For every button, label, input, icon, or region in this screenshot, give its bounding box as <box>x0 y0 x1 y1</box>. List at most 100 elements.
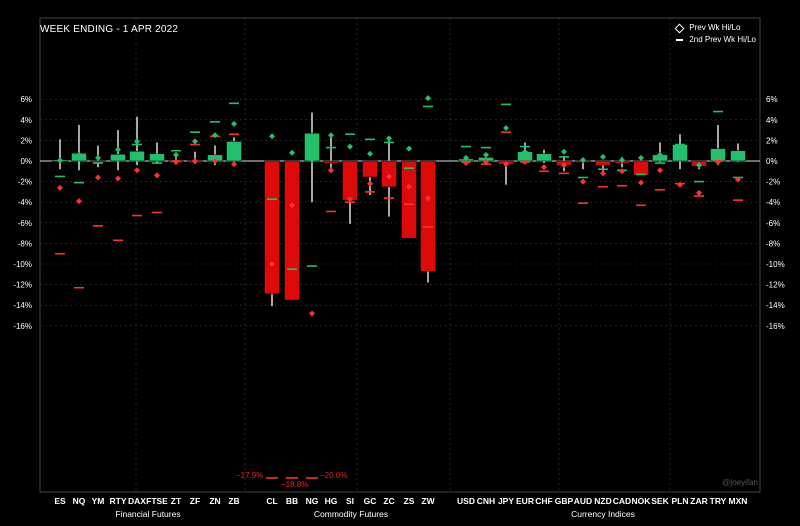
prev-wk-high-jpy <box>503 125 509 132</box>
bar-bb <box>284 160 300 301</box>
x-tick-label-gbp: GBP <box>555 496 574 506</box>
prev-wk-low-nok <box>638 179 644 186</box>
y-tick-label-left: 4% <box>20 116 32 125</box>
dash-icon <box>674 39 684 41</box>
y-tick-label-left: -10% <box>13 260 32 269</box>
bar-zb <box>226 141 242 162</box>
y-tick-label-right: 2% <box>766 136 778 145</box>
legend-prev: Prev Wk Hi/Lo <box>674 22 756 34</box>
x-tick-label-dax: DAX <box>128 496 146 506</box>
prev-wk-low-ng <box>309 310 315 317</box>
prev-wk-low-zf <box>192 158 198 164</box>
x-tick-label-zf: ZF <box>190 496 200 506</box>
x-tick-label-zs: ZS <box>404 496 415 506</box>
y-tick-label-left: 2% <box>20 136 32 145</box>
prev-wk-low-ftse <box>154 172 160 179</box>
prev-wk-high-si <box>347 143 353 150</box>
bar-nzd <box>595 160 611 166</box>
prev-wk-high-gc <box>367 150 373 157</box>
x-tick-label-nq: NQ <box>73 496 86 506</box>
x-tick-label-pln: PLN <box>672 496 689 506</box>
prev-wk-high-cnh <box>483 151 489 158</box>
x-tick-label-chf: CHF <box>535 496 552 506</box>
prev-wk-low-hg <box>328 167 334 174</box>
group-label: Currency Indices <box>571 509 635 519</box>
prev-wk-low-rty <box>115 175 121 182</box>
y-tick-label-left: 0% <box>20 157 32 166</box>
x-tick-label-cad: CAD <box>613 496 631 506</box>
y-tick-label-left: 6% <box>20 95 32 104</box>
bar-si <box>342 160 358 201</box>
y-tick-label-right: 6% <box>766 95 778 104</box>
x-tick-label-zb: ZB <box>228 496 239 506</box>
x-tick-label-cnh: CNH <box>477 496 495 506</box>
y-tick-label-right: -4% <box>766 198 780 207</box>
bar-hg <box>323 160 339 164</box>
bar-ng <box>304 132 320 162</box>
y-tick-label-left: -4% <box>18 198 32 207</box>
bar-zs <box>401 160 417 239</box>
prev-wk-high-bb <box>289 149 295 156</box>
x-tick-label-rty: RTY <box>110 496 127 506</box>
prev-wk-high-cl <box>269 133 275 140</box>
prev-wk-high-dax <box>134 138 140 145</box>
y-tick-label-right: -8% <box>766 239 780 248</box>
y-tick-label-left: -6% <box>18 219 32 228</box>
x-tick-label-ftse: FTSE <box>146 496 168 506</box>
y-tick-label-right: -12% <box>766 281 785 290</box>
prev-wk-high-zn <box>212 132 218 139</box>
diamond-icon <box>674 23 685 33</box>
prev-wk-high-ym <box>95 154 101 161</box>
grid <box>39 17 761 493</box>
prev-wk-low-zt <box>173 159 179 166</box>
bar-zw <box>420 160 436 272</box>
prev-wk-low-sek <box>657 167 663 174</box>
chart: 6% 6% 4% 4% 2% 2% 0% 0% -2% -2% -4% -4% -6% -6% -8% -8%… <box>13 17 785 519</box>
x-tick-label-gc: GC <box>364 496 377 506</box>
legend: Prev Wk Hi/Lo 2nd Prev Wk Hi/Lo <box>674 22 756 46</box>
x-tick-label-usd: USD <box>457 496 475 506</box>
y-tick-label-right: -14% <box>766 301 785 310</box>
prev-wk-high-hg <box>328 132 334 139</box>
group-label: Financial Futures <box>115 509 180 519</box>
bar-dax <box>129 150 145 162</box>
plot-frame <box>39 17 761 493</box>
x-tick-label-es: ES <box>54 496 66 506</box>
prev-wk-low-zar <box>696 189 702 196</box>
prev-wk-low-cad <box>619 168 625 175</box>
x-tick-label-ng: NG <box>306 496 319 506</box>
x-tick-label-mxn: MXN <box>729 496 748 506</box>
x-tick-label-zar: ZAR <box>690 496 707 506</box>
y-tick-label-right: -2% <box>766 178 780 187</box>
x-tick-label-sek: SEK <box>651 496 669 506</box>
x-tick-label-zc: ZC <box>383 496 394 506</box>
prev-wk-low-nq <box>76 198 82 205</box>
y-tick-label-left: -16% <box>13 322 32 331</box>
x-tick-label-cl: CL <box>266 496 277 506</box>
overflow-label-bb: −18.8% <box>281 480 309 489</box>
prev-wk-low-zb <box>231 161 237 168</box>
prev-wk-low-chf <box>541 164 547 171</box>
y-tick-label-left: -2% <box>18 178 32 187</box>
legend-second-label: 2nd Prev Wk Hi/Lo <box>689 35 756 44</box>
marks <box>52 95 746 479</box>
chart-title: WEEK ENDING - 1 APR 2022 <box>40 24 179 35</box>
prev-wk-high-zw <box>425 95 431 102</box>
bar-gc <box>362 160 378 178</box>
prev-wk-high-nok <box>638 154 644 161</box>
y-tick-label-left: -14% <box>13 301 32 310</box>
y-tick-label-right: -16% <box>766 322 785 331</box>
prev-wk-low-aud <box>580 178 586 185</box>
prev-wk-high-zf <box>192 138 198 145</box>
prev-wk-low-gc <box>367 180 373 187</box>
prev-wk-low-es <box>57 184 63 191</box>
prev-wk-high-zb <box>231 120 237 127</box>
legend-prev-label: Prev Wk Hi/Lo <box>689 23 741 32</box>
y-tick-label-right: -10% <box>766 260 785 269</box>
prev-wk-high-nzd <box>600 153 606 160</box>
x-tick-label-zn: ZN <box>209 496 220 506</box>
overflow-label-cl: −17.9% <box>236 471 264 480</box>
x-tick-label-ym: YM <box>92 496 105 506</box>
x-tick-label-zw: ZW <box>421 496 435 506</box>
prev-wk-low-pln <box>677 181 683 188</box>
